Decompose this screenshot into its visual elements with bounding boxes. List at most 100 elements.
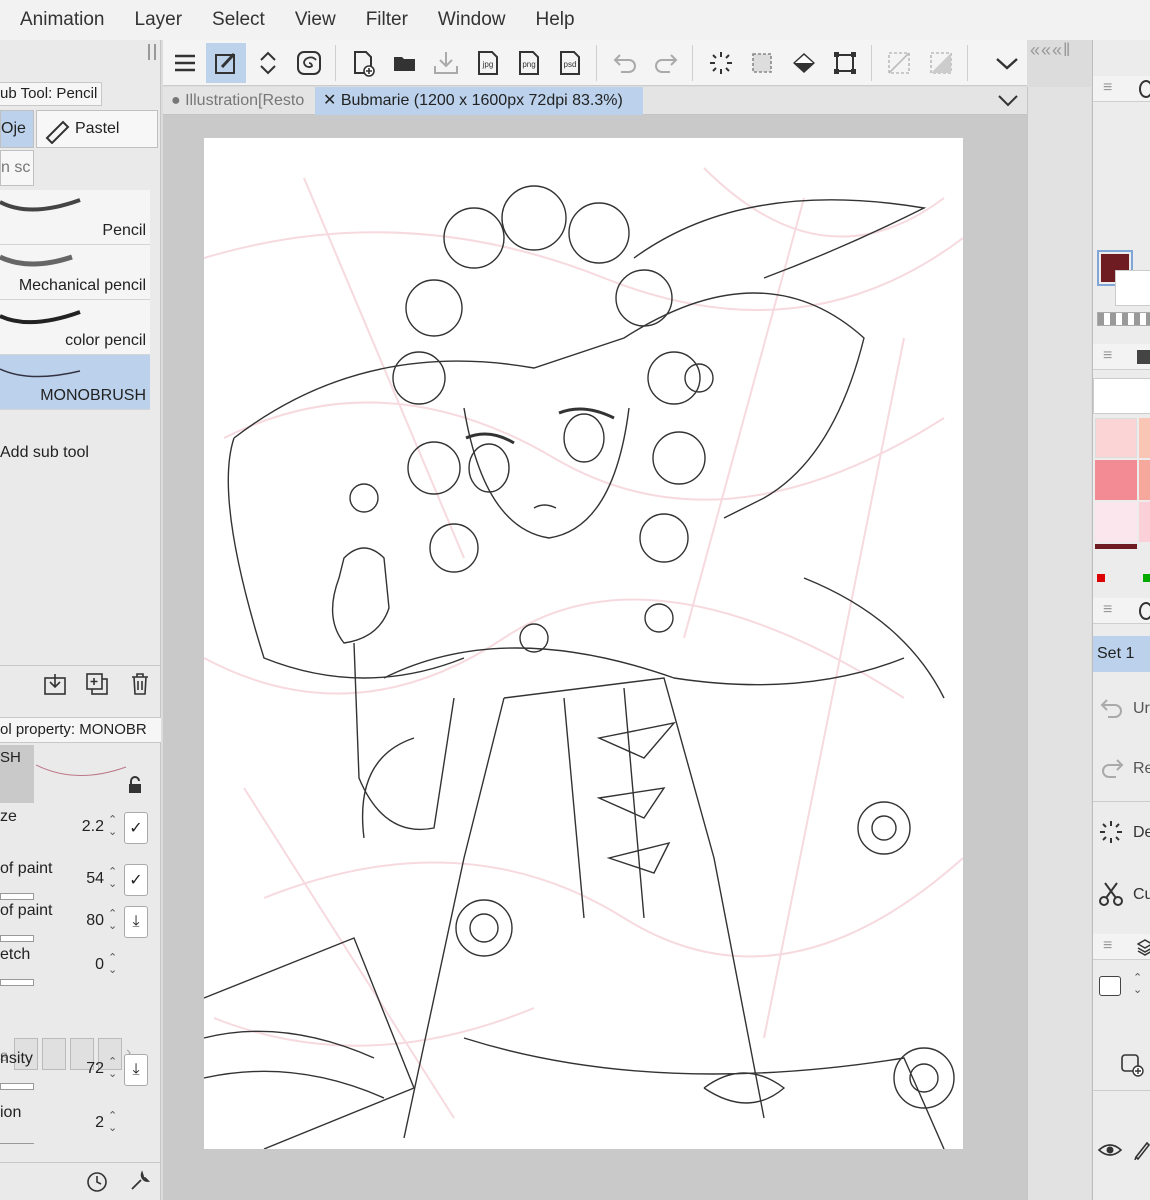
quick-access-icon[interactable]	[206, 42, 246, 83]
quick-access-panel-header[interactable]: ≡	[1093, 598, 1150, 624]
prop-value[interactable]: 72	[86, 1060, 104, 1078]
color-swatch[interactable]	[1139, 460, 1150, 500]
sub-color-swatch[interactable]	[1115, 270, 1150, 306]
deselect-item[interactable]: De	[1093, 810, 1150, 866]
new-canvas-icon[interactable]	[344, 43, 383, 83]
panel-menu-icon[interactable]: ≡	[1103, 79, 1112, 97]
select-all-icon[interactable]	[742, 43, 781, 83]
menu-window[interactable]: Window	[423, 0, 521, 40]
spinner-icon[interactable]: ⌃ ⌄	[108, 908, 122, 934]
reset-icon[interactable]	[85, 1169, 109, 1193]
close-icon[interactable]: ✕	[323, 92, 341, 109]
layer-panel-header[interactable]: ≡	[1093, 934, 1150, 960]
export-jpg-icon[interactable]: jpg	[468, 43, 507, 83]
brush-item-mechanical-pencil[interactable]: Mechanical pencil	[0, 245, 150, 300]
menu-help[interactable]: Help	[521, 0, 590, 40]
duplicate-icon[interactable]	[85, 672, 109, 696]
subtool-search[interactable]: n sc	[0, 150, 34, 186]
menu-filter[interactable]: Filter	[351, 0, 423, 40]
drawing-canvas[interactable]	[204, 138, 963, 1149]
color-swatch[interactable]	[1095, 460, 1137, 500]
color-swatch[interactable]	[1095, 418, 1137, 458]
lock-icon[interactable]	[125, 775, 145, 795]
layers-tab-icon[interactable]	[1137, 938, 1150, 956]
open-folder-icon[interactable]	[385, 43, 424, 83]
check-pressure-icon[interactable]: ✓	[124, 812, 148, 844]
export-psd-icon[interactable]: psd	[551, 43, 590, 83]
document-tab-active[interactable]: ✕ Bubmarie (1200 x 1600px 72dpi 83.3%)	[315, 87, 643, 115]
prop-value[interactable]: 0	[95, 956, 104, 974]
color-wheel-tab-icon[interactable]	[1139, 80, 1150, 98]
fill-icon[interactable]	[784, 43, 823, 83]
check-pressure-icon[interactable]: ✓	[124, 864, 148, 896]
color-swatch[interactable]	[1095, 544, 1137, 549]
save-icon[interactable]	[427, 43, 466, 83]
transform-icon[interactable]	[825, 43, 864, 83]
brush-item-monobrush[interactable]: MONOBRUSH	[0, 355, 150, 410]
spiral-icon[interactable]	[289, 43, 328, 83]
undo-item[interactable]: Ur	[1093, 686, 1150, 742]
layer-color-icon[interactable]	[1099, 976, 1121, 996]
group-tab-oje[interactable]: Oje	[0, 110, 34, 148]
chevron-down-icon[interactable]	[997, 94, 1019, 108]
blend-mode-row[interactable]: ⌃ ⌄	[1097, 972, 1150, 1002]
panel-menu-icon[interactable]: ≡	[1103, 601, 1112, 619]
document-tab-inactive[interactable]: ● Illustration[Resto	[171, 87, 315, 115]
new-layer-icon[interactable]	[1119, 1052, 1145, 1078]
menu-icon[interactable]	[165, 43, 204, 83]
prop-value[interactable]: 2.2	[82, 818, 104, 836]
color-set-panel-header[interactable]: ≡	[1093, 344, 1150, 370]
spinner-icon[interactable]: ⌃ ⌄	[1133, 972, 1142, 996]
spinner-icon[interactable]: ⌃ ⌄	[108, 1056, 122, 1082]
quick-access-tab-icon[interactable]	[1139, 602, 1150, 620]
color-swatch[interactable]	[1139, 418, 1150, 458]
menu-animation[interactable]: Animation	[0, 0, 120, 40]
prop-value[interactable]: 54	[86, 870, 104, 888]
color-set-dropdown[interactable]	[1093, 378, 1150, 414]
panel-menu-icon[interactable]: ≡	[1103, 937, 1112, 955]
prop-slider[interactable]	[0, 1083, 34, 1090]
panel-grip-icon[interactable]	[148, 44, 156, 60]
brush-item-color-pencil[interactable]: color pencil	[0, 300, 150, 355]
download-icon[interactable]: ⤓	[124, 1054, 148, 1086]
panel-menu-icon[interactable]: ≡	[1103, 347, 1112, 365]
prop-slider[interactable]	[0, 979, 34, 986]
prop-slider[interactable]	[0, 935, 34, 942]
visibility-eye-icon[interactable]	[1097, 1142, 1123, 1158]
redo-item[interactable]: Re	[1093, 746, 1150, 802]
color-swatch[interactable]	[1095, 502, 1137, 542]
collapse-panel-icon[interactable]: « « « ‖	[1030, 40, 1092, 66]
spinner-icon[interactable]: ⌃ ⌄	[108, 814, 122, 840]
clear-selection-icon[interactable]	[880, 43, 919, 83]
brush-item-pencil[interactable]: Pencil	[0, 190, 150, 245]
menu-view[interactable]: View	[280, 0, 351, 40]
prop-slider[interactable]	[0, 893, 34, 900]
prop-value[interactable]: 80	[86, 912, 104, 930]
pen-icon[interactable]	[1133, 1140, 1150, 1160]
set-selector[interactable]: Set 1	[1093, 636, 1150, 672]
menu-layer[interactable]: Layer	[120, 0, 198, 40]
redo-icon[interactable]	[647, 43, 686, 83]
color-swatch[interactable]	[1139, 502, 1150, 542]
prop-value[interactable]: 2	[95, 1114, 104, 1132]
trash-icon[interactable]	[128, 672, 152, 696]
color-set-tab-icon[interactable]	[1137, 350, 1150, 364]
spinner-icon[interactable]: ⌃ ⌄	[108, 866, 122, 892]
color-wheel-panel-header[interactable]: ≡	[1093, 76, 1150, 102]
add-sub-tool[interactable]: Add sub tool	[0, 444, 89, 462]
import-icon[interactable]	[43, 672, 67, 696]
group-tab-pastel[interactable]: Pastel	[36, 110, 158, 148]
invert-selection-icon[interactable]	[921, 43, 960, 83]
spinner-icon[interactable]: ⌃ ⌄	[108, 1110, 122, 1136]
export-png-icon[interactable]: png	[509, 43, 548, 83]
vertical-scroll-area[interactable]	[1027, 87, 1091, 1200]
expand-icon[interactable]	[248, 43, 287, 83]
spinner-icon[interactable]: ⌃ ⌄	[108, 952, 122, 978]
download-icon[interactable]: ⤓	[124, 906, 148, 938]
undo-icon[interactable]	[605, 43, 644, 83]
menu-select[interactable]: Select	[197, 0, 280, 40]
cut-item[interactable]: Cu	[1093, 872, 1150, 928]
deselect-icon[interactable]	[701, 43, 740, 83]
wrench-icon[interactable]	[128, 1169, 152, 1193]
chevron-down-icon[interactable]	[988, 43, 1027, 83]
